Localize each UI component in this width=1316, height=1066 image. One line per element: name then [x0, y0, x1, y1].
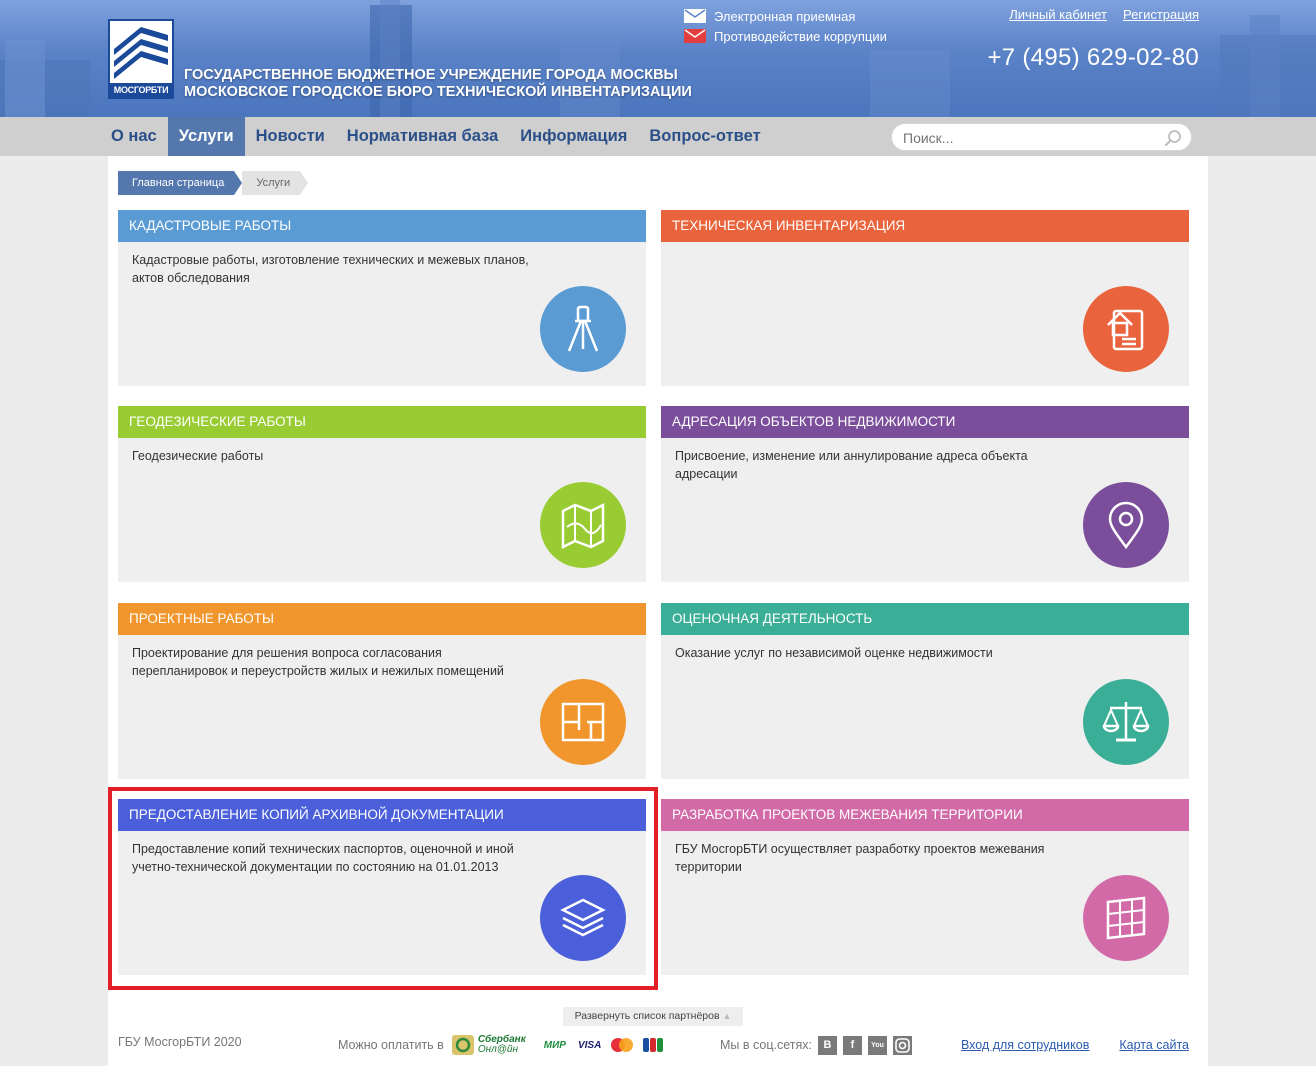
logo-text: МОСГОРБТИ	[110, 83, 172, 97]
org-title-line1: ГОСУДАРСТВЕННОЕ БЮДЖЕТНОЕ УЧРЕЖДЕНИЕ ГОР…	[184, 67, 678, 83]
card-title: КАДАСТРОВЫЕ РАБОТЫ	[118, 210, 646, 242]
layers-icon	[540, 875, 626, 961]
card-description: Проектирование для решения вопроса согла…	[132, 646, 504, 678]
logo-stripes-icon	[114, 27, 168, 79]
sitemap-link[interactable]: Карта сайта	[1119, 1038, 1189, 1052]
envelope-red-icon	[684, 29, 706, 43]
house-document-icon	[1083, 286, 1169, 372]
card-title: ОЦЕНОЧНАЯ ДЕЯТЕЛЬНОСТЬ	[661, 603, 1189, 635]
main-content: Главная страница Услуги КАДАСТРОВЫЕ РАБО…	[108, 156, 1208, 1066]
grid-map-icon	[1083, 875, 1169, 961]
site-header: МОСГОРБТИ ГОСУДАРСТВЕННОЕ БЮДЖЕТНОЕ УЧРЕ…	[0, 0, 1316, 117]
floor-plan-icon	[540, 679, 626, 765]
card-title: ТЕХНИЧЕСКАЯ ИНВЕНТАРИЗАЦИЯ	[661, 210, 1189, 242]
card-description: Предоставление копий технических паспорт…	[132, 842, 514, 874]
card-title: ПРЕДОСТАВЛЕНИЕ КОПИЙ АРХИВНОЙ ДОКУМЕНТАЦ…	[118, 799, 646, 831]
card-description: Присвоение, изменение или аннулирование …	[675, 449, 1028, 481]
instagram-icon[interactable]	[892, 1035, 912, 1055]
nav-item-information[interactable]: Информация	[509, 117, 638, 156]
nav-item-services[interactable]: Услуги	[167, 117, 245, 156]
mosgorbti-logo[interactable]: МОСГОРБТИ	[108, 19, 174, 99]
nav-item-faq[interactable]: Вопрос-ответ	[638, 117, 771, 156]
breadcrumb-current: Услуги	[242, 171, 308, 195]
visa-logo: VISA	[577, 1039, 602, 1051]
card-description: ГБУ МосгорБТИ осуществляет разработку пр…	[675, 842, 1045, 874]
service-card-tech-inventory[interactable]: ТЕХНИЧЕСКАЯ ИНВЕНТАРИЗАЦИЯ	[661, 210, 1189, 386]
personal-account-link[interactable]: Личный кабинет	[1009, 7, 1107, 22]
scales-icon	[1083, 679, 1169, 765]
card-description: Кадастровые работы, изготовление техниче…	[132, 253, 529, 285]
electronic-reception-link[interactable]: Электронная приемная	[684, 6, 887, 26]
search-box	[891, 123, 1192, 151]
location-pin-icon	[1083, 482, 1169, 568]
card-description: Оказание услуг по независимой оценке нед…	[675, 646, 993, 660]
chevron-up-icon: ▲	[722, 1011, 732, 1021]
staff-login-link[interactable]: Вход для сотрудников	[961, 1038, 1089, 1052]
envelope-icon	[684, 9, 706, 23]
payment-methods: Можно оплатить в Сбербанк Онл@йн МИР VIS…	[338, 1035, 664, 1055]
registration-link[interactable]: Регистрация	[1123, 7, 1199, 22]
card-title: АДРЕСАЦИЯ ОБЪЕКТОВ НЕДВИЖИМОСТИ	[661, 406, 1189, 438]
card-title: ГЕОДЕЗИЧЕСКИЕ РАБОТЫ	[118, 406, 646, 438]
card-title: ПРОЕКТНЫЕ РАБОТЫ	[118, 603, 646, 635]
organization-title: ГОСУДАРСТВЕННОЕ БЮДЖЕТНОЕ УЧРЕЖДЕНИЕ ГОР…	[184, 67, 692, 101]
site-footer: ГБУ МосгорБТИ 2020 Можно оплатить в Сбер…	[108, 1032, 1208, 1060]
jcb-icon	[643, 1038, 664, 1052]
service-card-geodetic[interactable]: ГЕОДЕЗИЧЕСКИЕ РАБОТЫ Геодезические работ…	[118, 406, 646, 582]
breadcrumb-home[interactable]: Главная страница	[118, 171, 243, 195]
electronic-reception-label: Электронная приемная	[714, 8, 856, 24]
pay-label: Можно оплатить в	[338, 1038, 444, 1052]
sberbank-line2: Онл@йн	[477, 1044, 518, 1055]
nav-item-news[interactable]: Новости	[245, 117, 336, 156]
expand-partners-label: Развернуть список партнёров	[574, 1010, 720, 1022]
youtube-icon[interactable]: You	[867, 1035, 887, 1055]
tripod-icon	[540, 286, 626, 372]
map-icon	[540, 482, 626, 568]
search-icon[interactable]	[1164, 129, 1182, 147]
vkontakte-icon[interactable]: В	[817, 1035, 837, 1055]
service-card-addressing[interactable]: АДРЕСАЦИЯ ОБЪЕКТОВ НЕДВИЖИМОСТИ Присвоен…	[661, 406, 1189, 582]
anticorruption-label: Противодействие коррупции	[714, 28, 887, 44]
service-card-cadastral[interactable]: КАДАСТРОВЫЕ РАБОТЫ Кадастровые работы, и…	[118, 210, 646, 386]
copyright: ГБУ МосгорБТИ 2020	[118, 1035, 242, 1049]
breadcrumb: Главная страница Услуги	[118, 171, 308, 195]
facebook-icon[interactable]: f	[842, 1035, 862, 1055]
mastercard-icon	[611, 1038, 634, 1052]
nav-item-about[interactable]: О нас	[100, 117, 168, 156]
phone-number: +7 (495) 629-02-80	[987, 44, 1199, 71]
social-links: Мы в соц.сетях: В f You	[720, 1035, 912, 1055]
org-title-line2: МОСКОВСКОЕ ГОРОДСКОЕ БЮРО ТЕХНИЧЕСКОЙ ИН…	[184, 84, 692, 100]
service-card-archive-copies[interactable]: ПРЕДОСТАВЛЕНИЕ КОПИЙ АРХИВНОЙ ДОКУМЕНТАЦ…	[118, 799, 646, 975]
search-input[interactable]	[903, 129, 1153, 147]
mir-logo: МИР	[543, 1039, 566, 1051]
nav-item-regulations[interactable]: Нормативная база	[336, 117, 509, 156]
social-label: Мы в соц.сетях:	[720, 1038, 812, 1052]
card-title: РАЗРАБОТКА ПРОЕКТОВ МЕЖЕВАНИЯ ТЕРРИТОРИИ	[661, 799, 1189, 831]
service-card-appraisal[interactable]: ОЦЕНОЧНАЯ ДЕЯТЕЛЬНОСТЬ Оказание услуг по…	[661, 603, 1189, 779]
service-card-land-surveying-projects[interactable]: РАЗРАБОТКА ПРОЕКТОВ МЕЖЕВАНИЯ ТЕРРИТОРИИ…	[661, 799, 1189, 975]
card-description: Геодезические работы	[132, 449, 264, 463]
anticorruption-link[interactable]: Противодействие коррупции	[684, 26, 887, 46]
expand-partners-toggle[interactable]: Развернуть список партнёров ▲	[563, 1007, 743, 1026]
service-card-design[interactable]: ПРОЕКТНЫЕ РАБОТЫ Проектирование для реше…	[118, 603, 646, 779]
sberbank-online-logo[interactable]: Сбербанк Онл@йн	[451, 1035, 526, 1055]
sberbank-icon	[451, 1035, 474, 1055]
